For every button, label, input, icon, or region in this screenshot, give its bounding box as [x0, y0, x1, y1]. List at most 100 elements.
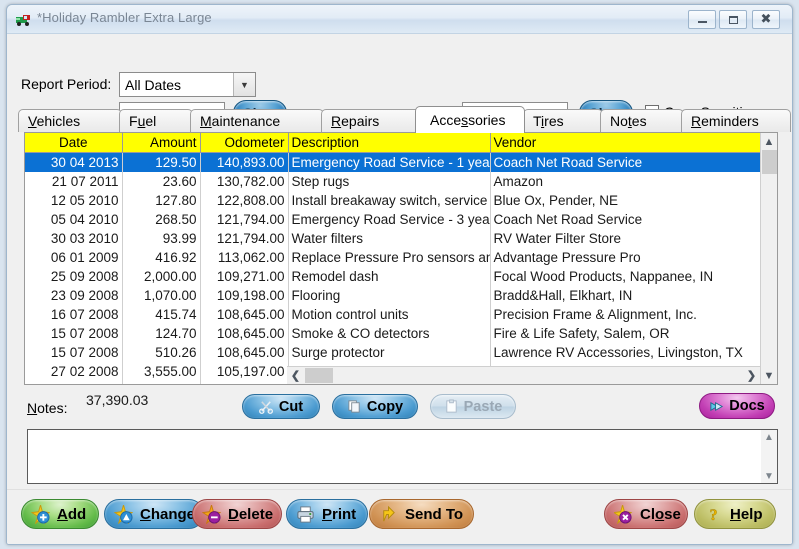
action-strip: Notes: 37,390.03 Cut Copy Paste Docs [24, 389, 778, 425]
scroll-right-icon[interactable]: ❯ [743, 367, 760, 385]
close-star-icon [614, 504, 633, 524]
cut-button[interactable]: Cut [242, 394, 320, 419]
tab-tires[interactable]: Tires [523, 109, 603, 132]
cell-date: 15 07 2008 [25, 323, 123, 343]
minimize-button[interactable] [688, 10, 716, 29]
table-row[interactable]: 23 09 2008 1,070.00 109,198.00 Flooring Brad… [25, 285, 760, 305]
cell-odometer: 104,884.00 [200, 380, 289, 384]
tab-repairs[interactable]: Repairs [321, 109, 423, 132]
report-period-value: All Dates [125, 76, 182, 93]
maximize-icon [728, 15, 738, 24]
cell-vendor: Blue Ox, Pender, NE [493, 192, 619, 208]
cell-description: Step rugs [288, 171, 491, 191]
notes-scrollbar[interactable]: ▲ ▼ [761, 430, 777, 483]
vertical-scrollbar[interactable]: ▲ ▼ [760, 133, 777, 384]
filter-panel: Report Period: All Dates ▼ Filter Desc: … [7, 34, 792, 126]
cell-amount: 268.50 [122, 209, 201, 229]
tab-label: Reminders [691, 113, 759, 129]
cell-odometer: 122,808.00 [200, 190, 289, 210]
table-row[interactable]: 21 07 2011 23.60 130,782.00 Step rugs Amazon [25, 171, 760, 191]
column-header-amount[interactable]: Amount [122, 133, 201, 153]
cell-description: Emergency Road Service - 1 years [288, 152, 491, 172]
paste-button[interactable]: Paste [430, 394, 516, 419]
cell-amount: 129.50 [122, 152, 201, 172]
table-row[interactable]: 30 03 2010 93.99 121,794.00 Water filters RV… [25, 228, 760, 248]
notes-scroll-down-icon[interactable]: ▼ [764, 469, 774, 483]
cell-amount: 415.74 [122, 304, 201, 324]
chevron-down-icon[interactable]: ▼ [233, 73, 255, 96]
copy-button[interactable]: Copy [332, 394, 418, 419]
cell-vendor: Coach Net Road Service [493, 211, 643, 227]
column-header-date[interactable]: Date [25, 133, 123, 153]
column-header-vendor[interactable]: Vendor [490, 133, 760, 153]
grid-body: 30 04 2013 129.50 140,893.00 Emergency Road… [25, 152, 760, 384]
column-header-odometer[interactable]: Odometer [200, 133, 289, 153]
cell-odometer: 109,271.00 [200, 266, 289, 286]
delete-button[interactable]: Delete [192, 499, 282, 529]
cell-odometer: 108,645.00 [200, 342, 289, 362]
vscroll-thumb[interactable] [761, 150, 777, 174]
cell-odometer: 130,782.00 [200, 171, 289, 191]
tab-bar: Vehicles Fuel Maintenance Repairs Accessorie… [18, 106, 791, 133]
scroll-left-icon[interactable]: ❮ [287, 367, 304, 385]
cell-odometer: 108,645.00 [200, 323, 289, 343]
scroll-down-icon[interactable]: ▼ [761, 367, 778, 384]
cell-date: 12 05 2010 [25, 190, 123, 210]
cell-odometer: 121,794.00 [200, 209, 289, 229]
print-label: Print [322, 505, 357, 523]
add-button[interactable]: Add [21, 499, 99, 529]
cell-vendor: Lawrence RV Accessories, Livingston, TX [493, 344, 743, 360]
docs-button[interactable]: Docs [699, 393, 775, 419]
maximize-button[interactable] [719, 10, 747, 29]
send-icon [383, 505, 395, 521]
close-button[interactable]: Close [604, 499, 688, 529]
table-row[interactable]: 12 05 2010 127.80 122,808.00 Install breaka… [25, 190, 760, 210]
cell-date: 30 04 2013 [25, 152, 123, 172]
application-window: *Holiday Rambler Extra Large ✖ Report Pe… [6, 4, 793, 545]
report-period-label: Report Period: [21, 76, 112, 92]
hscroll-thumb[interactable] [305, 368, 333, 383]
tab-notes[interactable]: Notes [600, 109, 684, 132]
report-period-select[interactable]: All Dates ▼ [119, 72, 256, 97]
notes-textarea-wrapper[interactable]: ▲ ▼ [27, 429, 778, 484]
cell-description: Flooring [288, 285, 491, 305]
docs-arrow-icon [710, 401, 724, 411]
print-button[interactable]: Print [286, 499, 368, 529]
table-row[interactable]: 05 04 2010 268.50 121,794.00 Emergency Road… [25, 209, 760, 229]
cell-description: Water filters [288, 228, 491, 248]
horizontal-scrollbar[interactable]: ❮ ❯ [287, 366, 760, 384]
cell-description: Smoke & CO detectors [288, 323, 491, 343]
scroll-up-icon[interactable]: ▲ [761, 133, 778, 150]
minimize-icon [697, 21, 707, 23]
table-row[interactable]: 16 07 2008 415.74 108,645.00 Motion control… [25, 304, 760, 324]
notes-scroll-up-icon[interactable]: ▲ [764, 430, 774, 444]
tab-fuel[interactable]: Fuel [119, 109, 193, 132]
table-row[interactable]: 25 09 2008 2,000.00 109,271.00 Remodel dash… [25, 266, 760, 286]
cell-amount: 124.70 [122, 323, 201, 343]
cell-vendor: Bradd&Hall, Elkhart, IN [493, 287, 633, 303]
accessories-grid[interactable]: Date Amount Odometer Description Vendor … [24, 132, 778, 385]
tab-maintenance[interactable]: Maintenance [190, 109, 324, 132]
help-label: Help [730, 505, 763, 523]
cell-amount: 127.80 [122, 190, 201, 210]
table-row[interactable]: 30 04 2013 129.50 140,893.00 Emergency Road… [25, 152, 760, 172]
table-row[interactable]: 15 07 2008 510.26 108,645.00 Surge protecto… [25, 342, 760, 362]
title-bar: *Holiday Rambler Extra Large ✖ [7, 5, 792, 34]
help-button[interactable]: ? Help [694, 499, 776, 529]
tab-label: Tires [533, 113, 564, 129]
notes-textarea[interactable] [28, 430, 761, 483]
table-row[interactable]: 15 07 2008 124.70 108,645.00 Smoke & CO det… [25, 323, 760, 343]
rv-icon [16, 15, 30, 26]
copy-label: Copy [366, 398, 404, 415]
tab-reminders[interactable]: Reminders [681, 109, 791, 132]
tab-vehicles[interactable]: Vehicles [18, 109, 122, 132]
close-window-button[interactable]: ✖ [752, 10, 780, 29]
close-icon: ✖ [760, 12, 772, 27]
cell-vendor: Precision Frame & Alignment, Inc. [493, 306, 697, 322]
cell-amount: 23.60 [122, 171, 201, 191]
table-row[interactable]: 06 01 2009 416.92 113,062.00 Replace Pressu… [25, 247, 760, 267]
tab-accessories[interactable]: Accessories [415, 106, 525, 133]
change-button[interactable]: Change [104, 499, 204, 529]
send-to-button[interactable]: Send To [369, 499, 474, 529]
column-header-description[interactable]: Description [288, 133, 491, 153]
